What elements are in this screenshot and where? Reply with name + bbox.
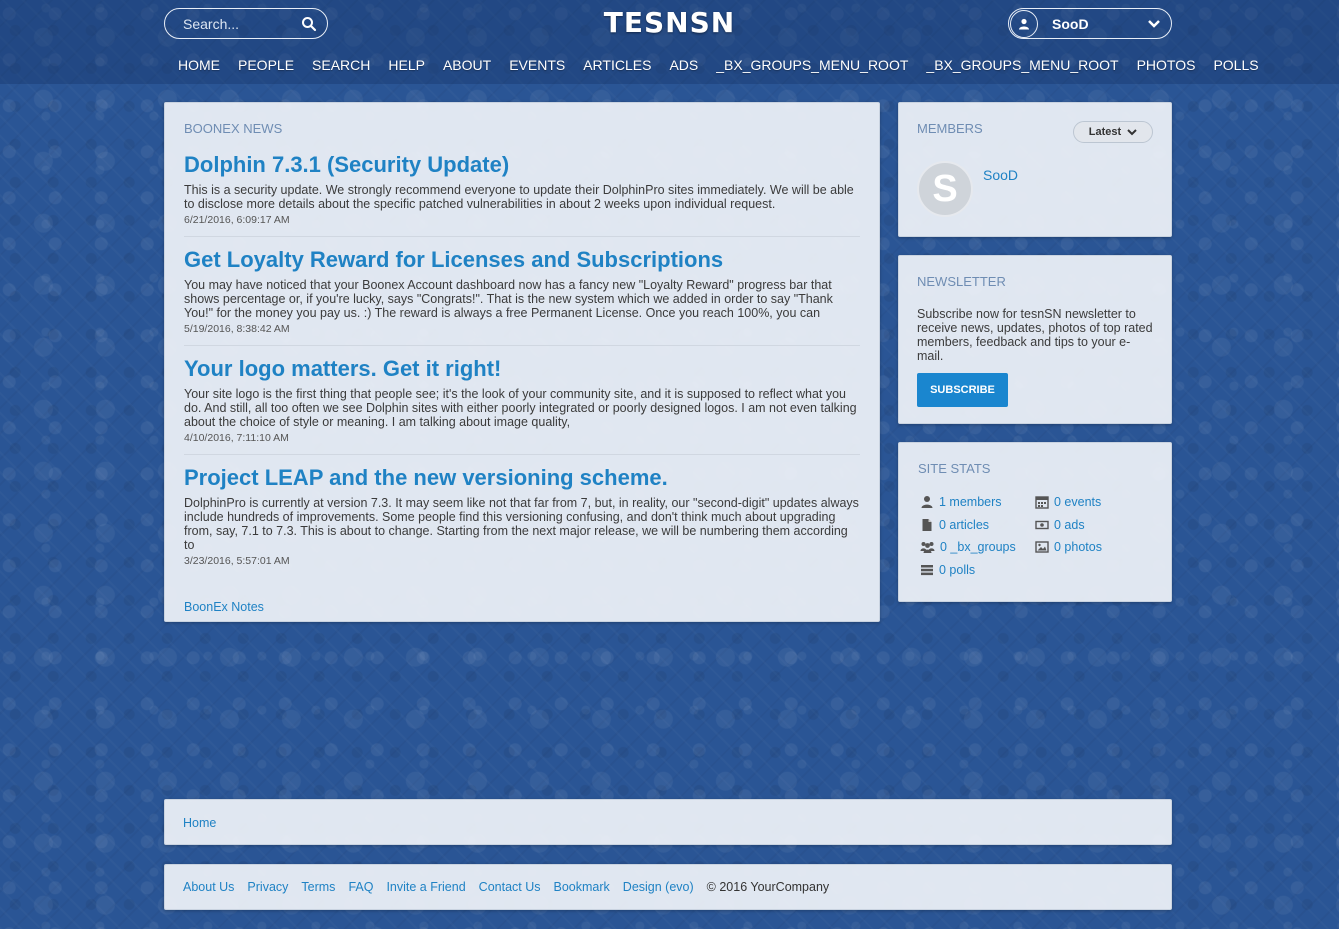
nav-photos[interactable]: PHOTOS xyxy=(1137,57,1196,73)
user-icon xyxy=(1019,18,1029,29)
newsletter-text: Subscribe now for tesnSN newsletter to r… xyxy=(917,307,1153,363)
nav-articles[interactable]: ARTICLES xyxy=(583,57,651,73)
stat-label: 1 members xyxy=(939,495,1002,509)
stat-label: 0 photos xyxy=(1054,540,1102,554)
stat-label: 0 ads xyxy=(1054,518,1085,532)
calendar-icon xyxy=(1035,496,1049,509)
image-icon xyxy=(1035,541,1049,553)
user-avatar xyxy=(1010,9,1038,38)
footer: About Us Privacy Terms FAQ Invite a Frie… xyxy=(164,864,1172,910)
footer-link-bookmark[interactable]: Bookmark xyxy=(554,880,610,894)
news-item-date: 5/19/2016, 8:38:42 AM xyxy=(184,323,290,335)
news-item-body: Your site logo is the first thing that p… xyxy=(184,387,857,429)
breadcrumb: Home xyxy=(164,799,1172,845)
site-stats-title: SITE STATS xyxy=(918,461,991,476)
nav-search[interactable]: SEARCH xyxy=(312,57,370,73)
chevron-down-icon xyxy=(1127,129,1137,136)
footer-link-design[interactable]: Design (evo) xyxy=(623,880,694,894)
news-item-title[interactable]: Dolphin 7.3.1 (Security Update) xyxy=(184,152,860,178)
nav-groups-2[interactable]: _BX_GROUPS_MENU_ROOT xyxy=(926,57,1118,73)
file-icon xyxy=(922,519,932,531)
nav-groups-1[interactable]: _BX_GROUPS_MENU_ROOT xyxy=(716,57,908,73)
nav-ads[interactable]: ADS xyxy=(669,57,698,73)
stat-label: 0 _bx_groups xyxy=(940,540,1016,554)
stat-label: 0 articles xyxy=(939,518,990,532)
newsletter-card: NEWSLETTER Subscribe now for tesnSN news… xyxy=(898,255,1172,424)
nav-people[interactable]: PEOPLE xyxy=(238,57,294,73)
news-item-title[interactable]: Get Loyalty Reward for Licenses and Subs… xyxy=(184,247,860,273)
nav-home[interactable]: HOME xyxy=(178,57,220,73)
chevron-down-icon[interactable] xyxy=(1147,19,1161,29)
news-item: Dolphin 7.3.1 (Security Update) This is … xyxy=(184,152,860,237)
user-name: SooD xyxy=(1052,15,1089,32)
stat-photos[interactable]: 0 photos xyxy=(1035,540,1102,554)
members-filter-dropdown[interactable]: Latest xyxy=(1073,121,1153,143)
footer-link-privacy[interactable]: Privacy xyxy=(247,880,288,894)
footer-copyright: © 2016 YourCompany xyxy=(706,880,830,894)
subscribe-button[interactable]: SUBSCRIBE xyxy=(917,373,1008,407)
money-icon xyxy=(1035,520,1049,530)
news-item-date: 4/10/2016, 7:11:10 AM xyxy=(184,432,289,444)
footer-link-faq[interactable]: FAQ xyxy=(348,880,373,894)
main-nav: HOME PEOPLE SEARCH HELP ABOUT EVENTS ART… xyxy=(178,57,1259,73)
stat-label: 0 events xyxy=(1054,495,1102,509)
news-item-title[interactable]: Project LEAP and the new versioning sche… xyxy=(184,465,860,491)
member-avatar[interactable]: S xyxy=(917,161,973,217)
stat-events[interactable]: 0 events xyxy=(1035,495,1101,509)
news-item: Project LEAP and the new versioning sche… xyxy=(184,465,860,577)
nav-about[interactable]: ABOUT xyxy=(443,57,491,73)
nav-help[interactable]: HELP xyxy=(388,57,425,73)
newsletter-title: NEWSLETTER xyxy=(917,274,1006,289)
user-icon xyxy=(921,496,933,508)
user-menu[interactable]: SooD xyxy=(1008,8,1172,39)
footer-link-about-us[interactable]: About Us xyxy=(183,880,234,894)
header: TESNSN SooD HOME PEOPLE SEARCH HELP ABOU… xyxy=(0,0,1339,84)
footer-link-invite-friend[interactable]: Invite a Friend xyxy=(386,880,465,894)
footer-link-terms[interactable]: Terms xyxy=(301,880,335,894)
news-item-date: 3/23/2016, 5:57:01 AM xyxy=(184,555,290,567)
members-filter-label: Latest xyxy=(1088,126,1122,138)
news-item-body: This is a security update. We strongly r… xyxy=(184,183,854,211)
stat-polls[interactable]: 0 polls xyxy=(920,563,975,577)
tasks-icon xyxy=(921,565,933,576)
news-item-body: DolphinPro is currently at version 7.3. … xyxy=(184,496,859,552)
stat-label: 0 polls xyxy=(939,563,976,577)
nav-events[interactable]: EVENTS xyxy=(509,57,565,73)
nav-polls[interactable]: POLLS xyxy=(1213,57,1258,73)
member-name-link[interactable]: SooD xyxy=(983,167,1018,183)
news-item-date: 6/21/2016, 6:09:17 AM xyxy=(184,214,290,226)
stat-articles[interactable]: 0 articles xyxy=(920,518,989,532)
breadcrumb-home[interactable]: Home xyxy=(183,816,216,830)
news-item: Your logo matters. Get it right! Your si… xyxy=(184,356,860,455)
news-title: BOONEX NEWS xyxy=(184,121,283,136)
stat-members[interactable]: 1 members xyxy=(920,495,1002,509)
news-item: Get Loyalty Reward for Licenses and Subs… xyxy=(184,247,860,346)
boonex-notes-link[interactable]: BoonEx Notes xyxy=(184,600,264,614)
footer-link-contact-us[interactable]: Contact Us xyxy=(479,880,541,894)
members-card: MEMBERS Latest S SooD xyxy=(898,102,1172,237)
site-stats-card: SITE STATS 1 members 0 events 0 articles xyxy=(898,442,1172,602)
stat-ads[interactable]: 0 ads xyxy=(1035,518,1085,532)
stat-groups[interactable]: 0 _bx_groups xyxy=(920,540,1016,554)
news-item-body: You may have noticed that your Boonex Ac… xyxy=(184,278,833,320)
news-card: BOONEX NEWS Dolphin 7.3.1 (Security Upda… xyxy=(164,102,880,622)
news-item-title[interactable]: Your logo matters. Get it right! xyxy=(184,356,860,382)
group-icon xyxy=(920,542,935,553)
